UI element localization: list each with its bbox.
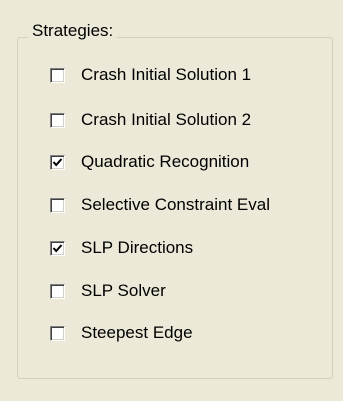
quadratic-recognition-checkbox[interactable] [50,154,65,170]
option-slp-solver[interactable]: SLP Solver [50,280,166,302]
selective-constraint-eval-label: Selective Constraint Eval [81,195,270,214]
crash-initial-solution-2-checkbox[interactable] [50,112,65,128]
option-selective-constraint-eval[interactable]: Selective Constraint Eval [50,194,270,216]
slp-solver-label: SLP Solver [81,281,166,300]
option-quadratic-recognition[interactable]: Quadratic Recognition [50,151,249,173]
check-mark-icon [52,157,63,167]
strategies-group-title: Strategies: [28,21,118,41]
steepest-edge-label: Steepest Edge [81,323,193,342]
option-crash-initial-solution-2[interactable]: Crash Initial Solution 2 [50,109,251,131]
option-steepest-edge[interactable]: Steepest Edge [50,322,193,344]
selective-constraint-eval-checkbox[interactable] [50,197,65,213]
option-crash-initial-solution-1[interactable]: Crash Initial Solution 1 [50,64,251,86]
crash-initial-solution-1-checkbox[interactable] [50,67,65,83]
slp-solver-checkbox[interactable] [50,283,65,299]
slp-directions-label: SLP Directions [81,238,194,257]
crash-initial-solution-1-label: Crash Initial Solution 1 [81,65,252,84]
quadratic-recognition-label: Quadratic Recognition [81,152,250,171]
steepest-edge-checkbox[interactable] [50,325,65,341]
check-mark-icon [52,243,63,253]
option-slp-directions[interactable]: SLP Directions [50,237,193,259]
slp-directions-checkbox[interactable] [50,240,65,256]
crash-initial-solution-2-label: Crash Initial Solution 2 [81,110,252,129]
